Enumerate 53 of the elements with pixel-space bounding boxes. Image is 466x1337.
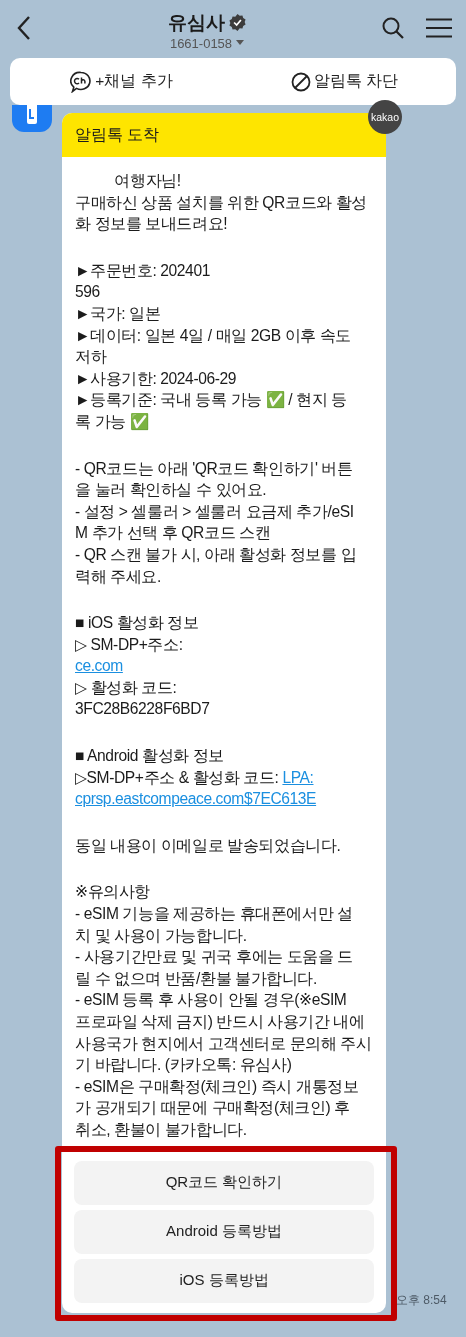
message-line: - eSIM은 구매확정(체크인) 즉시 개통정보 [75, 1076, 359, 1097]
message-line: ►국가: 일본 [75, 303, 161, 324]
message-line: ►등록기준: 국내 등록 가능 ✅ / 현지 등 [75, 390, 347, 411]
message-line: - QR코드는 아래 'QR코드 확인하기' 버튼 [75, 458, 353, 479]
message-line: 록 가능 ✅ [75, 411, 149, 432]
message-line: 저하 [75, 347, 107, 368]
channel-avatar[interactable] [12, 105, 52, 132]
message-line: 596 [75, 282, 100, 303]
back-icon[interactable] [16, 15, 32, 41]
message-line: 력해 주세요. [75, 566, 161, 587]
message-line: 화 정보를 보내드려요! [75, 214, 228, 235]
message-line: 가 공개되기 때문에 구매확정(체크인) 후 [75, 1098, 350, 1119]
message-line: ►주문번호: 202401 [75, 260, 210, 281]
action-button[interactable]: QR코드 확인하기 [74, 1160, 374, 1205]
message-line: ▷SM-DP+주소 & 활성화 코드: [75, 768, 280, 786]
block-icon [290, 71, 311, 92]
message-line: 취소, 환불이 불가합니다. [75, 1119, 247, 1140]
message-line: ※유의사항 [75, 882, 151, 903]
chat-bubble-icon [70, 70, 93, 93]
message-line: 구매하신 상품 설치를 위한 QR코드와 활성 [75, 192, 367, 213]
message-line: - QR 스캔 불가 시, 아래 활성화 정보를 입 [75, 544, 357, 565]
message-line: ▷ SM-DP+주소: [75, 634, 183, 655]
message-line: 3FC28B6228F6BD7 [75, 699, 210, 720]
message-line: - eSIM 등록 후 사용이 안될 경우(※eSIM [75, 990, 347, 1011]
menu-icon[interactable] [426, 18, 452, 38]
message-line: - 사용기간만료 및 귀국 후에는 도움을 드 [75, 947, 353, 968]
message-line: ►데이터: 일본 4일 / 매일 2GB 이후 속도 [75, 325, 351, 346]
message-line: 치 및 사용이 가능합니다. [75, 925, 247, 946]
message-line: 동일 내용이 이메일로 발송되었습니다. [75, 835, 341, 856]
message-line: ■ Android 활성화 정보 [75, 746, 224, 767]
message-line: 릴 수 없으며 반품/환불 불가합니다. [75, 968, 317, 989]
message-line: ►사용기한: 2024-06-29 [75, 368, 237, 389]
channel-title: 유심사 [168, 10, 225, 35]
message-line: 프로파일 삭제 금지) 반드시 사용기간 내에 [75, 1012, 365, 1032]
message-line: 사용국가 현지에서 고객센터로 문의해 주시 [75, 1033, 372, 1054]
message-line: - 설정 > 셀룰러 > 셀룰러 요금제 추가/eSI [75, 501, 354, 522]
verified-icon [229, 14, 246, 31]
add-channel-button[interactable]: +채널 추가 [10, 58, 233, 105]
action-button[interactable]: Android 등록방법 [74, 1209, 374, 1254]
message-line: 기 바랍니다. (카카오톡: 유심사) [75, 1055, 292, 1076]
message-line: 을 눌러 확인하실 수 있어요. [75, 480, 267, 501]
message-line: 여행자님! [113, 171, 181, 191]
phone-number[interactable]: 1661-0158 [169, 35, 233, 51]
message-line: - eSIM 기능을 제공하는 휴대폰에서만 설 [75, 904, 353, 925]
link[interactable]: ce.com [75, 657, 123, 675]
link[interactable]: cprsp.eastcompeace.com$7EC613E [75, 790, 317, 808]
action-button[interactable]: iOS 등록방법 [74, 1258, 374, 1303]
message-time: 오후 8:54 [396, 1291, 447, 1309]
search-icon[interactable] [382, 17, 404, 39]
message-line: ▷ 활성화 코드: [75, 677, 177, 698]
caret-icon[interactable] [236, 40, 245, 46]
message-line: ■ iOS 활성화 정보 [75, 613, 199, 634]
message-line: M 추가 선택 후 QR코드 스캔 [75, 523, 271, 544]
